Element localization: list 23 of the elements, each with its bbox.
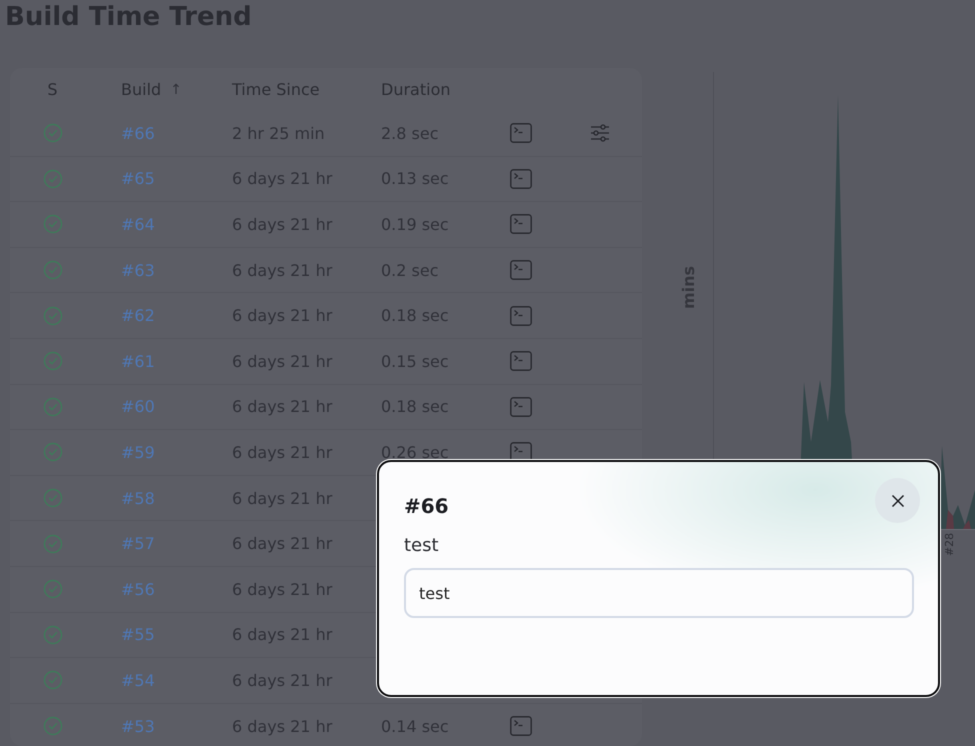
build-link[interactable]: #64 — [121, 214, 155, 234]
close-icon[interactable] — [890, 494, 904, 508]
build-link[interactable]: #55 — [121, 625, 155, 644]
build-link[interactable]: #66 — [121, 124, 155, 143]
field-label: test — [404, 535, 440, 556]
sort-indicator[interactable]: ↑ — [170, 82, 182, 98]
sliders-icon[interactable] — [590, 124, 610, 142]
failure-area — [963, 520, 971, 529]
build-link[interactable]: #60 — [121, 397, 155, 416]
build-link[interactable]: #65 — [121, 169, 155, 188]
text-field[interactable]: test — [404, 568, 914, 618]
build-link[interactable]: #61 — [121, 352, 155, 371]
build-link[interactable]: #58 — [121, 488, 155, 508]
failure-area — [946, 510, 954, 529]
build-link[interactable]: #53 — [121, 716, 155, 736]
build-link[interactable]: #56 — [121, 580, 155, 599]
build-link[interactable]: #54 — [121, 670, 155, 690]
build-link[interactable]: #63 — [121, 260, 155, 280]
build-link[interactable]: #59 — [121, 442, 155, 462]
build-link[interactable]: #62 — [121, 306, 155, 326]
build-link[interactable]: #57 — [121, 534, 155, 554]
close-button[interactable] — [875, 478, 920, 523]
dialog-title: #66 — [404, 492, 449, 518]
